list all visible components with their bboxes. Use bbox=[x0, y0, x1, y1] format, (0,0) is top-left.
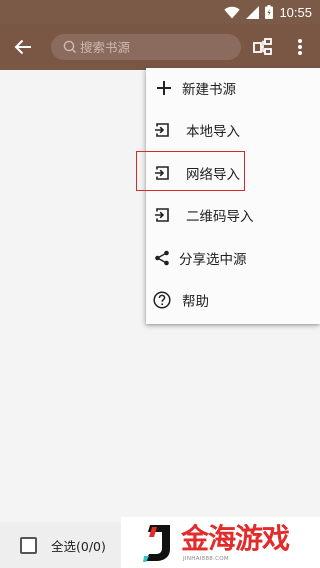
menu-item-label: 帮助 bbox=[182, 294, 209, 310]
search-box[interactable] bbox=[51, 34, 241, 60]
help-icon bbox=[153, 291, 171, 309]
status-time: 10:55 bbox=[279, 4, 312, 20]
watermark-logo-icon bbox=[143, 523, 175, 563]
watermark-title: 金海游戏 bbox=[181, 521, 290, 555]
share-icon bbox=[153, 249, 171, 267]
select-all-control[interactable]: 全选(0/0) bbox=[20, 536, 106, 554]
menu-item-label: 网络导入 bbox=[186, 167, 240, 183]
status-bar: 10:55 bbox=[0, 0, 320, 24]
watermark-url: JINHAI888.COM bbox=[183, 555, 229, 562]
menu-item-label: 二维码导入 bbox=[186, 209, 254, 225]
battery-icon bbox=[265, 5, 274, 19]
plus-icon bbox=[155, 79, 173, 97]
select-all-label: 全选(0/0) bbox=[51, 538, 106, 554]
menu-item-label: 新建书源 bbox=[182, 82, 236, 98]
group-icon bbox=[253, 37, 273, 57]
menu-item-qrcode-import[interactable]: 二维码导入 bbox=[146, 195, 320, 235]
signal-icon bbox=[246, 5, 260, 19]
menu-item-network-import[interactable]: 网络导入 bbox=[146, 153, 320, 193]
group-button[interactable] bbox=[252, 36, 274, 58]
wifi-icon bbox=[224, 6, 241, 19]
back-arrow-icon bbox=[14, 39, 32, 55]
back-button[interactable] bbox=[10, 35, 36, 59]
menu-item-local-import[interactable]: 本地导入 bbox=[146, 110, 320, 150]
more-options-button[interactable] bbox=[290, 36, 310, 58]
select-all-checkbox[interactable] bbox=[20, 536, 37, 554]
watermark-text: 金海游戏 JINHAI888.COM bbox=[181, 521, 290, 563]
toolbar bbox=[0, 24, 320, 70]
menu-item-help[interactable]: 帮助 bbox=[146, 280, 320, 320]
import-icon bbox=[153, 206, 171, 224]
menu-item-share-selected[interactable]: 分享选中源 bbox=[146, 238, 320, 278]
menu-item-new-source[interactable]: 新建书源 bbox=[146, 68, 320, 108]
watermark: 金海游戏 JINHAI888.COM bbox=[121, 517, 320, 568]
search-icon bbox=[63, 40, 77, 54]
menu-item-label: 本地导入 bbox=[186, 124, 240, 140]
import-icon bbox=[153, 121, 171, 139]
search-input[interactable] bbox=[80, 39, 220, 55]
menu-item-label: 分享选中源 bbox=[179, 252, 247, 268]
import-icon bbox=[153, 164, 171, 182]
overflow-menu: 新建书源 本地导入 网络导入 二维码导入 分享选中源 帮助 bbox=[146, 68, 320, 324]
status-icons: 10:55 bbox=[224, 0, 312, 24]
more-vert-icon bbox=[297, 38, 303, 56]
